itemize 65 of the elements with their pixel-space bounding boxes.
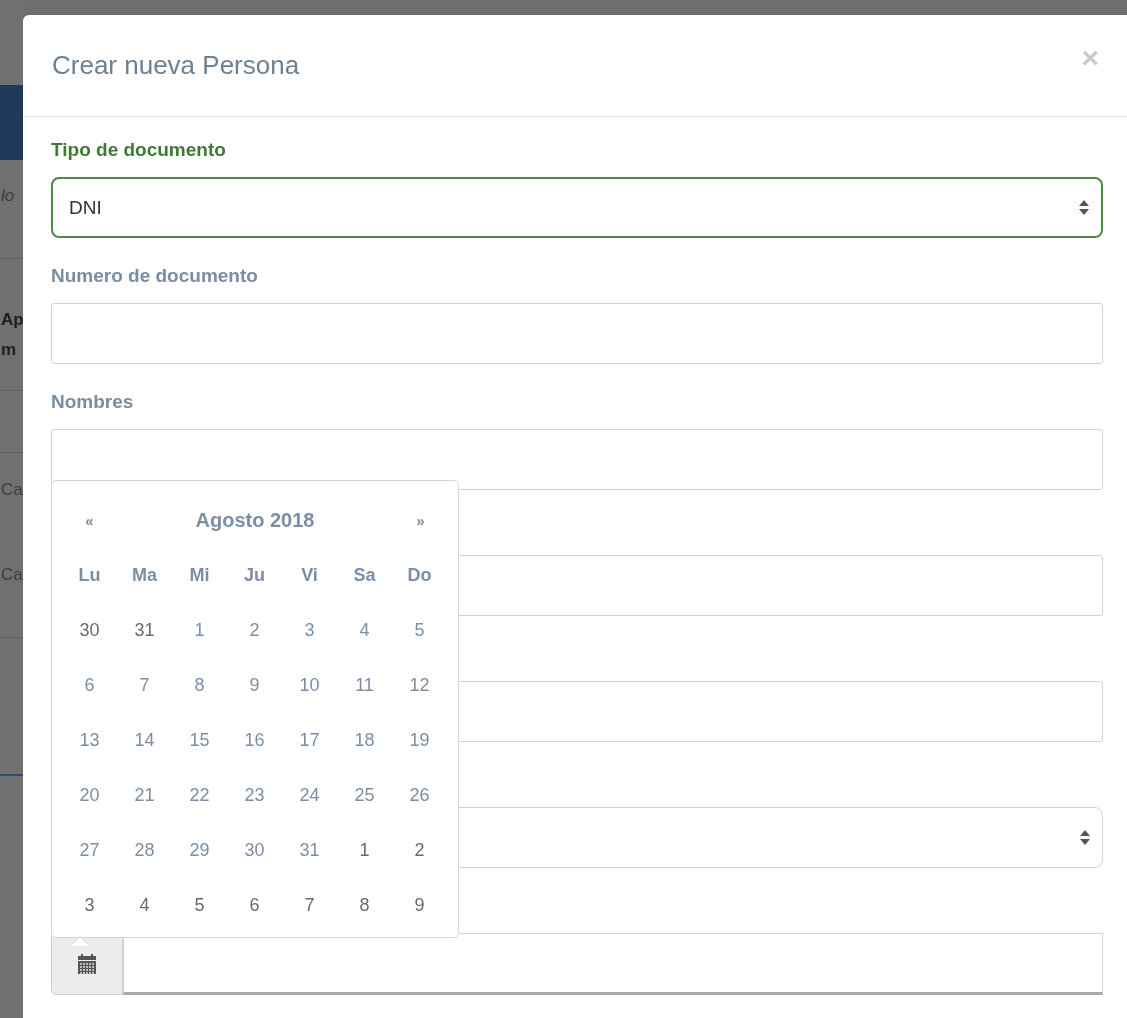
select-field[interactable]: DNI [51,177,1103,238]
calendar-day[interactable]: 5 [172,895,227,916]
calendar-day[interactable]: 1 [172,620,227,641]
calendar-day[interactable]: 7 [117,675,172,696]
calendar-day[interactable]: 22 [172,785,227,806]
text-input[interactable] [51,429,1103,490]
field-label: Numero de documento [51,265,259,288]
modal-title: Crear nueva Persona [52,50,300,81]
calendar-day[interactable]: 6 [227,895,282,916]
calendar-day[interactable]: 4 [337,620,392,641]
calendar-day[interactable]: 2 [227,620,282,641]
calendar-day[interactable]: 31 [282,840,337,861]
field-label: Tipo de documento [51,139,227,162]
next-month-button[interactable]: » [393,508,448,533]
weekday-label: Mi [188,565,211,586]
calendar-day[interactable]: 4 [117,895,172,916]
calendar-day[interactable]: 6 [62,675,117,696]
calendar-icon [78,954,96,974]
calendar-day[interactable]: 9 [392,895,447,916]
calendar-day[interactable]: 13 [62,730,117,751]
calendar-day[interactable]: 26 [392,785,447,806]
calendar-day[interactable]: 11 [337,675,392,696]
calendar-day[interactable]: 25 [337,785,392,806]
previous-month-button[interactable]: « [62,508,117,533]
calendar-day[interactable]: 30 [227,840,282,861]
calendar-day[interactable]: 21 [117,785,172,806]
text-input[interactable] [51,303,1103,364]
weekday-label: Sa [352,565,377,586]
date-input[interactable] [123,933,1103,995]
calendar-day[interactable]: 23 [227,785,282,806]
calendar-day[interactable]: 10 [282,675,337,696]
calendar-day[interactable]: 29 [172,840,227,861]
weekday-label: Ma [131,565,158,586]
calendar-day[interactable]: 17 [282,730,337,751]
weekday-label: Do [406,565,433,586]
calendar-day[interactable]: 8 [172,675,227,696]
page-text: m [1,340,17,360]
select-arrows-icon [1079,200,1089,215]
calendar-day[interactable]: 1 [337,840,392,861]
calendar-day[interactable]: 5 [392,620,447,641]
calendar-day[interactable]: 30 [62,620,117,641]
calendar-day[interactable]: 12 [392,675,447,696]
calendar-day[interactable]: 24 [282,785,337,806]
field-label: Nombres [51,391,135,414]
calendar-day[interactable]: 2 [392,840,447,861]
calendar-day[interactable]: 3 [282,620,337,641]
calendar-day[interactable]: 18 [337,730,392,751]
calendar-day[interactable]: 16 [227,730,282,751]
calendar-day[interactable]: 14 [117,730,172,751]
calendar-day[interactable]: 28 [117,840,172,861]
calendar-day[interactable]: 19 [392,730,447,751]
calendar-day[interactable]: 9 [227,675,282,696]
page-text: Ap [1,310,24,330]
calendar-day[interactable]: 31 [117,620,172,641]
select-arrows-icon [1080,830,1090,845]
weekday-label: Vi [300,565,319,586]
calendar-day[interactable]: 27 [62,840,117,861]
calendar-day[interactable]: 7 [282,895,337,916]
month-title-button[interactable]: Agosto 2018 [187,505,323,536]
calendar-day[interactable]: 15 [172,730,227,751]
calendar-day[interactable]: 8 [337,895,392,916]
calendar-day[interactable]: 3 [62,895,117,916]
weekday-label: Ju [243,565,266,586]
calendar-day[interactable]: 20 [62,785,117,806]
weekday-label: Lu [77,565,102,586]
